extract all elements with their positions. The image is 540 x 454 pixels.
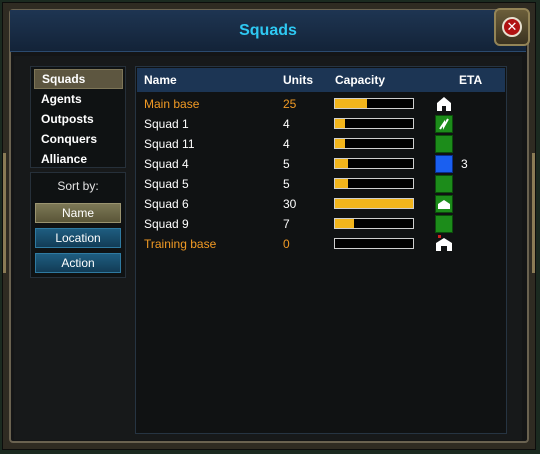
squad-name: Training base <box>144 237 217 251</box>
sort-panel: Sort by: Name Location Action <box>30 172 126 278</box>
table-row[interactable]: Squad 11 4 <box>137 134 505 154</box>
sort-by-name-button[interactable]: Name <box>35 203 121 223</box>
sort-label: Sort by: <box>57 179 99 193</box>
table-row[interactable]: Training base 0 <box>137 234 505 254</box>
nav-menu: Squads Agents Outposts Conquers Alliance <box>30 66 126 168</box>
capacity-fill <box>335 99 367 108</box>
squads-table: Name Units Capacity ETA Main base 25 Squad… <box>135 66 507 434</box>
blue-square-icon[interactable] <box>435 155 453 173</box>
squad-units: 4 <box>283 137 290 151</box>
column-header-eta[interactable]: ETA <box>459 73 482 87</box>
capacity-bar <box>334 118 414 129</box>
capacity-bar <box>334 238 414 249</box>
table-header: Name Units Capacity ETA <box>137 68 505 92</box>
squad-name: Squad 1 <box>144 117 189 131</box>
table-row[interactable]: Squad 6 30 <box>137 194 505 214</box>
squad-name: Main base <box>144 97 200 111</box>
table-row[interactable]: Squad 4 5 3 <box>137 154 505 174</box>
squad-units: 0 <box>283 237 290 251</box>
table-row[interactable]: Squad 5 5 <box>137 174 505 194</box>
capacity-bar <box>334 98 414 109</box>
green-square-icon[interactable] <box>435 175 453 193</box>
column-header-capacity[interactable]: Capacity <box>335 73 385 87</box>
training-base-icon[interactable] <box>435 235 453 253</box>
lightning-icon[interactable] <box>435 115 453 133</box>
table-row[interactable]: Squad 1 4 <box>137 114 505 134</box>
outpost-icon[interactable] <box>435 195 453 213</box>
squad-units: 4 <box>283 117 290 131</box>
capacity-bar <box>334 198 414 209</box>
squad-name: Squad 11 <box>144 137 195 151</box>
squad-units: 7 <box>283 217 290 231</box>
capacity-fill <box>335 159 349 168</box>
squad-units: 30 <box>283 197 297 211</box>
column-header-units[interactable]: Units <box>283 73 313 87</box>
capacity-bar <box>334 158 414 169</box>
close-icon: ✕ <box>502 17 522 37</box>
nav-item-alliance[interactable]: Alliance <box>34 149 123 169</box>
squad-name: Squad 5 <box>144 177 189 191</box>
table-row[interactable]: Squad 9 7 <box>137 214 505 234</box>
eta-value: 3 <box>461 157 468 171</box>
frame-ornament-right <box>532 153 535 273</box>
table-row[interactable]: Main base 25 <box>137 94 505 114</box>
sort-by-action-button[interactable]: Action <box>35 253 121 273</box>
nav-item-agents[interactable]: Agents <box>34 89 123 109</box>
nav-item-outposts[interactable]: Outposts <box>34 109 123 129</box>
squad-units: 5 <box>283 177 290 191</box>
title-bar: Squads <box>10 10 526 52</box>
capacity-bar <box>334 138 414 149</box>
capacity-fill <box>335 219 354 228</box>
squad-units: 25 <box>283 97 297 111</box>
nav-item-squads[interactable]: Squads <box>34 69 123 89</box>
house-icon[interactable] <box>435 95 453 113</box>
capacity-fill <box>335 139 346 148</box>
green-square-icon[interactable] <box>435 135 453 153</box>
squad-name: Squad 9 <box>144 217 189 231</box>
squad-units: 5 <box>283 157 290 171</box>
frame-ornament-left <box>3 153 6 273</box>
sort-by-location-button[interactable]: Location <box>35 228 121 248</box>
nav-item-conquers[interactable]: Conquers <box>34 129 123 149</box>
column-header-name[interactable]: Name <box>144 73 177 87</box>
window-title: Squads <box>239 22 297 39</box>
capacity-bar <box>334 178 414 189</box>
capacity-bar <box>334 218 414 229</box>
capacity-fill <box>335 119 346 128</box>
squad-name: Squad 4 <box>144 157 189 171</box>
squad-name: Squad 6 <box>144 197 189 211</box>
green-square-icon[interactable] <box>435 215 453 233</box>
close-button[interactable]: ✕ <box>494 8 530 46</box>
capacity-fill <box>335 179 349 188</box>
capacity-fill <box>335 199 413 208</box>
